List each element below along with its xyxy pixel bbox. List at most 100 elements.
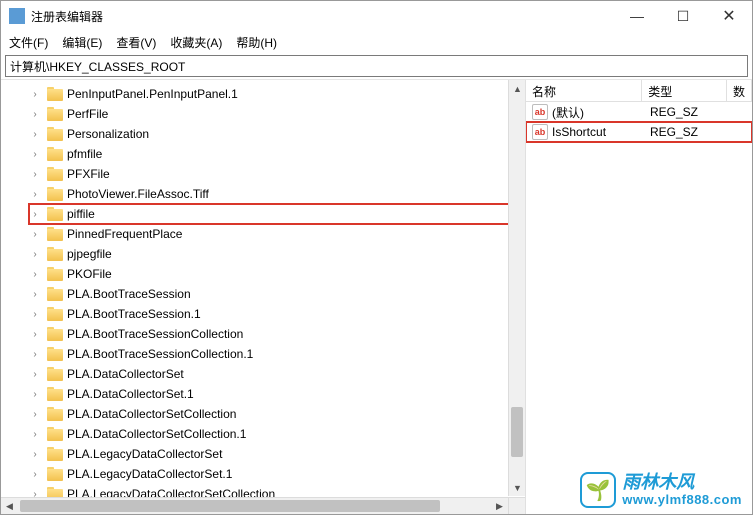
- watermark: 🌱 雨林木风 www.ylmf888.com: [580, 472, 742, 508]
- tree-item-label: piffile: [67, 207, 95, 221]
- chevron-right-icon[interactable]: ›: [29, 308, 41, 320]
- tree-item[interactable]: › pfmfile: [29, 144, 525, 164]
- chevron-right-icon[interactable]: ›: [29, 448, 41, 460]
- chevron-right-icon[interactable]: ›: [29, 248, 41, 260]
- tree-item[interactable]: › PLA.BootTraceSession.1: [29, 304, 525, 324]
- folder-icon: [47, 267, 63, 281]
- tree-item[interactable]: ›PFXFile: [29, 164, 525, 184]
- chevron-right-icon[interactable]: ›: [29, 288, 41, 300]
- menu-view[interactable]: 查看(V): [116, 34, 156, 51]
- scroll-thumb-vertical[interactable]: [511, 407, 523, 457]
- scrollbar-corner: [508, 497, 525, 514]
- tree-item[interactable]: › PLA.LegacyDataCollectorSet: [29, 444, 525, 464]
- tree-item[interactable]: ›PerfFile: [29, 104, 525, 124]
- tree-item-label: PinnedFrequentPlace: [67, 227, 182, 241]
- chevron-right-icon[interactable]: ›: [29, 328, 41, 340]
- tree-item[interactable]: › Personalization: [29, 124, 525, 144]
- list-header: 名称 类型 数: [526, 80, 752, 102]
- chevron-right-icon[interactable]: ›: [29, 208, 41, 220]
- address-text: 计算机\HKEY_CLASSES_ROOT: [10, 58, 185, 75]
- list-row[interactable]: ab(默认)REG_SZ: [526, 102, 752, 122]
- folder-icon: [47, 347, 63, 361]
- tree-item-label: PLA.LegacyDataCollectorSet: [67, 447, 222, 461]
- folder-icon: [47, 407, 63, 421]
- menu-edit[interactable]: 编辑(E): [62, 34, 102, 51]
- maximize-button[interactable]: ☐: [660, 1, 706, 31]
- chevron-right-icon[interactable]: ›: [29, 128, 41, 140]
- tree-item[interactable]: › PKOFile: [29, 264, 525, 284]
- tree-item[interactable]: › PLA.DataCollectorSet.1: [29, 384, 525, 404]
- tree-item[interactable]: › piffile: [29, 204, 525, 224]
- chevron-right-icon[interactable]: ›: [29, 368, 41, 380]
- close-button[interactable]: ✕: [706, 1, 752, 31]
- vertical-scrollbar[interactable]: ▲ ▼: [508, 80, 525, 496]
- tree-item-label: PLA.LegacyDataCollectorSet.1: [67, 467, 232, 481]
- scroll-up-button[interactable]: ▲: [509, 80, 526, 97]
- tree-item-label: PLA.DataCollectorSetCollection: [67, 407, 236, 421]
- tree-item[interactable]: › pjpegfile: [29, 244, 525, 264]
- chevron-right-icon[interactable]: ›: [29, 188, 41, 200]
- tree-item[interactable]: › PinnedFrequentPlace: [29, 224, 525, 244]
- chevron-right-icon[interactable]: ›: [29, 228, 41, 240]
- tree-item[interactable]: › PLA.DataCollectorSetCollection: [29, 404, 525, 424]
- scroll-down-button[interactable]: ▼: [509, 479, 526, 496]
- chevron-right-icon[interactable]: ›: [29, 348, 41, 360]
- chevron-right-icon[interactable]: ›: [29, 268, 41, 280]
- cell-type: REG_SZ: [644, 105, 730, 119]
- folder-icon: [47, 427, 63, 441]
- chevron-right-icon[interactable]: ›: [29, 408, 41, 420]
- scroll-thumb-horizontal[interactable]: [20, 500, 440, 512]
- tree-item-label: Personalization: [67, 127, 149, 141]
- menu-help[interactable]: 帮助(H): [236, 34, 277, 51]
- string-value-icon: ab: [532, 124, 548, 140]
- scroll-track-horizontal[interactable]: [18, 498, 491, 514]
- tree-item-label: pjpegfile: [67, 247, 112, 261]
- menu-file[interactable]: 文件(F): [9, 34, 48, 51]
- tree-item-label: pfmfile: [67, 147, 102, 161]
- watermark-url: www.ylmf888.com: [622, 493, 742, 507]
- tree-item[interactable]: ›PLA.DataCollectorSetCollection.1: [29, 424, 525, 444]
- chevron-right-icon[interactable]: ›: [29, 428, 41, 440]
- tree-item-label: PLA.BootTraceSession.1: [67, 307, 201, 321]
- menu-favorites[interactable]: 收藏夹(A): [170, 34, 222, 51]
- column-header-data[interactable]: 数: [727, 80, 752, 101]
- address-bar[interactable]: 计算机\HKEY_CLASSES_ROOT: [5, 55, 748, 77]
- folder-icon: [47, 287, 63, 301]
- tree-item[interactable]: ›PLA.BootTraceSessionCollection.1: [29, 344, 525, 364]
- chevron-right-icon[interactable]: ›: [29, 388, 41, 400]
- chevron-right-icon[interactable]: ›: [29, 88, 41, 100]
- folder-icon: [47, 447, 63, 461]
- tree-item-label: PLA.DataCollectorSet.1: [67, 387, 194, 401]
- watermark-logo-icon: 🌱: [580, 472, 616, 508]
- minimize-button[interactable]: —: [614, 1, 660, 31]
- tree-item[interactable]: ›PenInputPanel.PenInputPanel.1: [29, 84, 525, 104]
- cell-name: abIsShortcut: [526, 124, 644, 140]
- tree-item-label: PKOFile: [67, 267, 112, 281]
- list-row[interactable]: abIsShortcutREG_SZ: [526, 122, 752, 142]
- chevron-right-icon[interactable]: ›: [29, 168, 41, 180]
- chevron-right-icon[interactable]: ›: [29, 108, 41, 120]
- folder-icon: [47, 167, 63, 181]
- column-header-type[interactable]: 类型: [642, 80, 727, 101]
- folder-icon: [47, 207, 63, 221]
- tree-item-label: PLA.BootTraceSessionCollection: [67, 327, 243, 341]
- app-icon: [9, 8, 25, 24]
- column-header-name[interactable]: 名称: [526, 80, 642, 101]
- folder-icon: [47, 127, 63, 141]
- horizontal-scrollbar[interactable]: ◀ ▶: [1, 497, 508, 514]
- menu-bar: 文件(F) 编辑(E) 查看(V) 收藏夹(A) 帮助(H): [1, 31, 752, 53]
- scroll-right-button[interactable]: ▶: [491, 498, 508, 514]
- scroll-track-vertical[interactable]: [509, 97, 525, 479]
- tree-item[interactable]: › PLA.LegacyDataCollectorSet.1: [29, 464, 525, 484]
- scroll-left-button[interactable]: ◀: [1, 498, 18, 514]
- tree-item[interactable]: ›PLA.BootTraceSession: [29, 284, 525, 304]
- folder-icon: [47, 307, 63, 321]
- cell-type: REG_SZ: [644, 125, 730, 139]
- chevron-right-icon[interactable]: ›: [29, 148, 41, 160]
- tree-item[interactable]: ›PLA.DataCollectorSet: [29, 364, 525, 384]
- folder-icon: [47, 87, 63, 101]
- tree-item[interactable]: › PLA.BootTraceSessionCollection: [29, 324, 525, 344]
- tree-item[interactable]: ›PhotoViewer.FileAssoc.Tiff: [29, 184, 525, 204]
- tree-view[interactable]: ›PenInputPanel.PenInputPanel.1›PerfFile›…: [1, 80, 525, 504]
- chevron-right-icon[interactable]: ›: [29, 468, 41, 480]
